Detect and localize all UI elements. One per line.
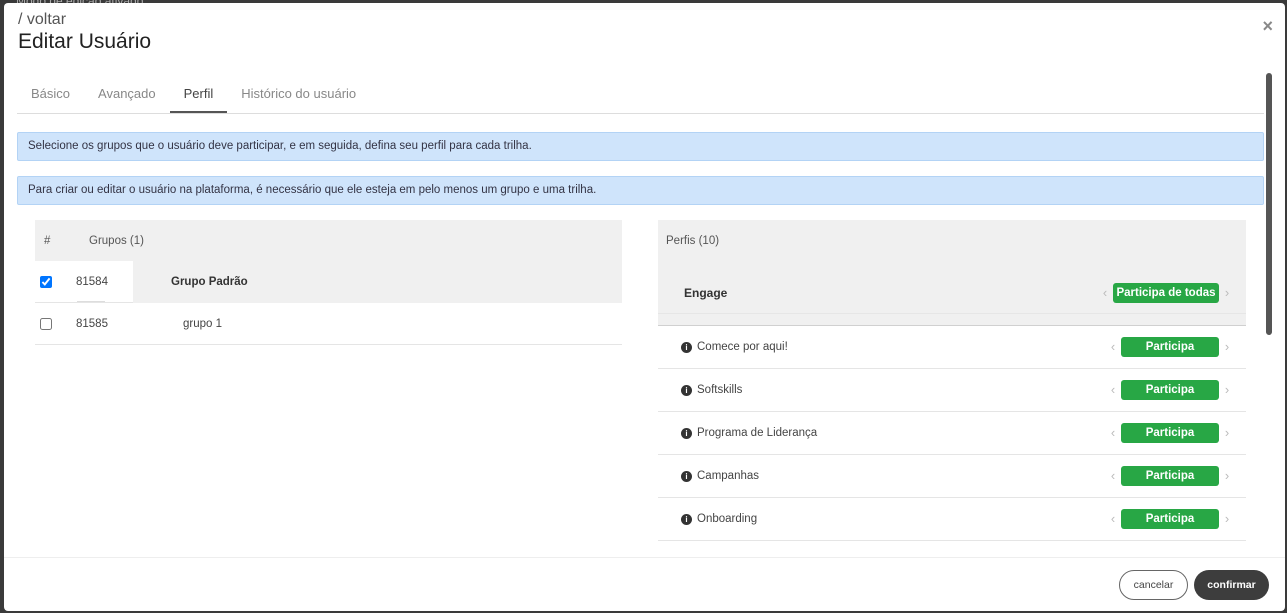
info-icon[interactable]: i [681, 384, 692, 396]
scrollbar-thumb[interactable] [1266, 73, 1272, 335]
profile-label: Softskills [697, 384, 743, 396]
info-alert-requirement: Para criar ou editar o usuário na plataf… [17, 176, 1264, 205]
chevron-right-icon[interactable]: › [1222, 512, 1232, 526]
groups-hash-header: # [44, 234, 51, 247]
profile-status-badge[interactable]: Participa [1121, 337, 1219, 357]
modal-header: / voltar Editar Usuário [18, 11, 151, 54]
info-icon[interactable]: i [681, 470, 692, 482]
back-link[interactable]: / voltar [18, 11, 151, 29]
engage-row: Engage ‹ Participa de todas › [658, 261, 1246, 326]
profile-status-badge[interactable]: Participa [1121, 466, 1219, 486]
list-item: i Campanhas ‹ Participa › [658, 455, 1246, 498]
profile-label: Programa de Liderança [697, 427, 818, 439]
profile-label: Campanhas [697, 470, 760, 482]
group-name: grupo 1 [183, 317, 223, 330]
chevron-left-icon[interactable]: ‹ [1100, 286, 1110, 300]
table-row[interactable]: 81584 Grupo Padrão [35, 261, 622, 303]
tab-historico[interactable]: Histórico do usuário [227, 75, 370, 113]
list-item: i Softskills ‹ Participa › [658, 369, 1246, 412]
profile-status-badge[interactable]: Participa [1121, 380, 1219, 400]
list-item: i Onboarding ‹ Participa › [658, 498, 1246, 541]
groups-table-header: # Grupos (1) [35, 220, 622, 261]
tab-avancado[interactable]: Avançado [84, 75, 170, 113]
group-name: Grupo Padrão [133, 261, 622, 303]
tab-bar: Básico Avançado Perfil Histórico do usuá… [17, 75, 1264, 114]
chevron-left-icon[interactable]: ‹ [1108, 512, 1118, 526]
groups-title: Grupos (1) [89, 234, 144, 247]
modal-title: Editar Usuário [18, 30, 152, 53]
groups-table: # Grupos (1) 81584 Grupo Padrão 81585 gr… [35, 220, 622, 345]
info-icon[interactable]: i [681, 513, 692, 525]
chevron-left-icon[interactable]: ‹ [1108, 426, 1118, 440]
tab-basico[interactable]: Básico [17, 75, 84, 113]
group-checkbox-81584[interactable] [40, 275, 52, 288]
chevron-right-icon[interactable]: › [1222, 383, 1232, 397]
profile-status-badge[interactable]: Participa [1121, 509, 1219, 529]
profile-selector: ‹ Participa › [1108, 466, 1232, 486]
cancel-button[interactable]: cancelar [1119, 570, 1188, 600]
chevron-left-icon[interactable]: ‹ [1108, 383, 1118, 397]
table-row[interactable]: 81585 grupo 1 [35, 303, 622, 345]
group-id: 81585 [76, 317, 108, 330]
profiles-table: Perfis (10) Engage ‹ Participa de todas … [658, 220, 1246, 541]
engage-label: Engage [684, 286, 728, 300]
info-alert-select-groups: Selecione os grupos que o usuário deve p… [17, 132, 1264, 161]
edit-user-modal: / voltar Editar Usuário × Básico Avançad… [4, 3, 1285, 611]
engage-status-badge[interactable]: Participa de todas [1113, 283, 1219, 303]
chevron-right-icon[interactable]: › [1222, 340, 1232, 354]
group-checkbox-81585[interactable] [40, 317, 52, 330]
confirm-button[interactable]: confirmar [1194, 570, 1269, 600]
profiles-title: Perfis (10) [658, 220, 1246, 261]
list-item: i Programa de Liderança ‹ Participa › [658, 412, 1246, 455]
profile-selector: ‹ Participa › [1108, 509, 1232, 529]
info-icon[interactable]: i [681, 427, 692, 439]
profile-label: Onboarding [697, 513, 758, 525]
profile-status-badge[interactable]: Participa [1121, 423, 1219, 443]
profile-selector: ‹ Participa › [1108, 380, 1232, 400]
chevron-right-icon[interactable]: › [1222, 426, 1232, 440]
divider [77, 301, 105, 302]
divider [658, 313, 1246, 314]
close-icon[interactable]: × [1262, 17, 1273, 35]
chevron-left-icon[interactable]: ‹ [1108, 469, 1118, 483]
profile-label: Comece por aqui! [697, 341, 788, 353]
profile-selector: ‹ Participa › [1108, 423, 1232, 443]
info-icon[interactable]: i [681, 341, 692, 353]
tab-perfil[interactable]: Perfil [169, 75, 228, 113]
modal-footer: cancelar confirmar [4, 557, 1285, 611]
chevron-right-icon[interactable]: › [1222, 469, 1232, 483]
list-item: i Comece por aqui! ‹ Participa › [658, 326, 1246, 369]
profile-selector: ‹ Participa › [1108, 337, 1232, 357]
scrollbar[interactable] [1266, 73, 1272, 551]
chevron-right-icon[interactable]: › [1222, 286, 1232, 300]
chevron-left-icon[interactable]: ‹ [1108, 340, 1118, 354]
engage-selector: ‹ Participa de todas › [1100, 283, 1232, 303]
